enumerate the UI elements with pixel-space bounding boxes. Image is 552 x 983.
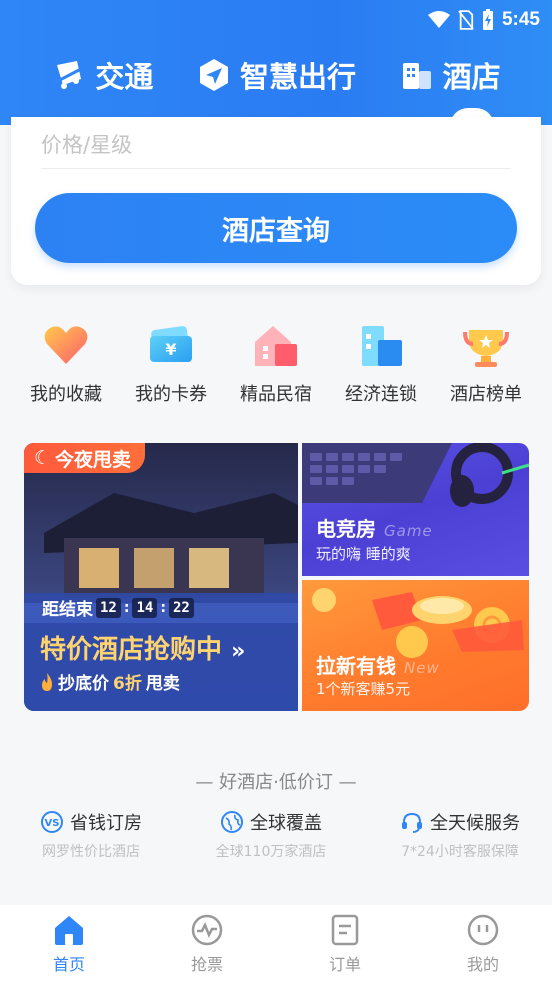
referral-subtitle: 1个新客赚5元	[316, 680, 411, 698]
tab-transport-label: 交通	[95, 60, 154, 94]
feature-title: 省钱订房	[70, 813, 142, 834]
tab-transport[interactable]: 交通	[51, 54, 153, 96]
quick-label: 我的收藏	[30, 384, 102, 405]
flash-sale-title: 特价酒店抢购中 »	[40, 629, 245, 666]
header: 5:45 交通 智慧出行 酒店	[0, 0, 552, 126]
countdown-separator: :	[160, 599, 166, 616]
feature-subtitle: 全球110万家酒店	[215, 844, 327, 860]
tab-hotel[interactable]: 酒店	[399, 54, 501, 96]
nav-orders-label: 订单	[328, 955, 361, 974]
nav-profile-label: 我的	[466, 955, 499, 974]
referral-title-text: 拉新有钱	[316, 654, 396, 678]
flash-sale-subtitle: 抄底价 6折 甩卖	[40, 669, 180, 694]
status-time: 5:45	[501, 9, 540, 30]
quick-label: 经济连锁	[345, 384, 417, 405]
nav-home[interactable]: 首页	[19, 913, 119, 975]
feature-subtitle: 7*24小时客服保障	[401, 844, 519, 860]
tab-smart-travel-label: 智慧出行	[239, 60, 356, 94]
countdown: 距结束 12 : 14 : 22	[42, 595, 194, 620]
trophy-icon	[463, 330, 509, 367]
smart-travel-icon	[199, 59, 228, 91]
esports-subtitle: 玩的嗨 睡的爽	[316, 545, 411, 563]
quick-item-favorites[interactable]: 我的收藏	[14, 320, 118, 420]
countdown-label: 距结束	[42, 600, 93, 620]
slogan: — 好酒店·低价订 —	[195, 772, 357, 793]
hotel-search-button[interactable]: 酒店查询	[35, 193, 517, 263]
quick-menu: 我的收藏 ¥ 我的卡券 精品民宿 经济连锁 酒店榜单	[14, 320, 538, 420]
vs-icon: VS	[41, 811, 63, 833]
svg-text:¥: ¥	[165, 340, 176, 359]
nav-ticket-grab-label: 抢票	[190, 955, 223, 974]
quick-label: 我的卡券	[135, 384, 207, 405]
ticket-grab-icon	[191, 914, 223, 946]
globe-icon	[220, 811, 243, 833]
status-bar: 5:45	[427, 6, 540, 34]
price-star-field[interactable]: 价格/星级	[41, 125, 511, 169]
heart-icon	[44, 326, 88, 364]
chain-hotel-icon	[362, 326, 402, 366]
feature-title: 全天候服务	[429, 813, 520, 834]
tonight-sale-badge: ☾ 今夜甩卖	[24, 443, 146, 473]
double-chevron-icon: »	[231, 639, 246, 664]
esports-title-text: 电竞房	[316, 517, 376, 541]
referral-title-en: New	[404, 659, 440, 677]
tab-hotel-label: 酒店	[442, 60, 501, 94]
home-icon	[55, 916, 83, 945]
countdown-minutes: 14	[132, 597, 158, 618]
homestay-icon	[255, 326, 297, 366]
feature-title: 全球覆盖	[249, 813, 322, 834]
tab-smart-travel[interactable]: 智慧出行	[196, 54, 356, 96]
flash-sale-banner[interactable]: ☾ 今夜甩卖 距结束 12 : 14 : 22 特价酒店抢购中 » 抄底价 6折甩…	[24, 443, 298, 711]
feature-service: 全天候服务 7*24小时客服保障	[400, 809, 520, 861]
nav-profile[interactable]: 我的	[433, 913, 533, 975]
wifi-icon	[427, 11, 450, 28]
order-icon	[331, 914, 359, 946]
profile-icon	[467, 914, 499, 946]
subtitle-prefix: 抄底价	[58, 674, 109, 694]
esports-room-banner[interactable]: 电竞房 Game 玩的嗨 睡的爽	[302, 443, 529, 576]
quick-label: 酒店榜单	[450, 384, 522, 405]
moon-icon: ☾	[34, 447, 52, 469]
bottom-nav: 首页 抢票 订单 我的	[0, 905, 552, 983]
hotel-icon	[402, 63, 431, 89]
nav-home-label: 首页	[52, 955, 85, 974]
referral-title: 拉新有钱 New	[316, 650, 440, 679]
quick-item-coupons[interactable]: ¥ 我的卡券	[119, 320, 223, 420]
countdown-hours: 12	[96, 597, 121, 618]
feature-save-money: VS 省钱订房 网罗性价比酒店	[40, 809, 142, 861]
nav-orders[interactable]: 订单	[295, 913, 395, 975]
feature-global: 全球覆盖 全球110万家酒店	[215, 809, 327, 861]
countdown-separator: :	[123, 599, 130, 616]
countdown-seconds: 22	[168, 597, 194, 618]
esports-title: 电竞房 Game	[316, 513, 433, 542]
battery-charging-icon	[482, 9, 493, 30]
headset-icon	[401, 812, 422, 833]
nav-ticket-grab[interactable]: 抢票	[157, 913, 257, 975]
referral-banner[interactable]: 拉新有钱 New 1个新客赚5元	[302, 580, 529, 711]
coupon-icon: ¥	[150, 326, 192, 362]
search-card: 价格/星级 酒店查询	[11, 117, 541, 285]
subtitle-discount: 6折	[113, 674, 142, 694]
flash-sale-title-text: 特价酒店抢购中	[40, 635, 223, 665]
top-tabs: 交通 智慧出行 酒店	[0, 48, 552, 102]
feature-subtitle: 网罗性价比酒店	[42, 844, 140, 860]
flame-icon	[42, 672, 52, 691]
quick-item-chain[interactable]: 经济连锁	[329, 320, 433, 420]
subtitle-suffix: 甩卖	[145, 674, 180, 694]
quick-item-rankings[interactable]: 酒店榜单	[434, 320, 538, 420]
svg-text:VS: VS	[45, 818, 60, 829]
quick-item-homestay[interactable]: 精品民宿	[224, 320, 328, 420]
no-sim-icon	[458, 10, 474, 30]
esports-title-en: Game	[384, 522, 433, 540]
quick-label: 精品民宿	[240, 384, 312, 405]
badge-text: 今夜甩卖	[55, 448, 132, 471]
transport-icon	[53, 61, 83, 89]
features: VS 省钱订房 网罗性价比酒店 全球覆盖 全球110万家酒店 全天候服务 7*2…	[40, 809, 520, 861]
